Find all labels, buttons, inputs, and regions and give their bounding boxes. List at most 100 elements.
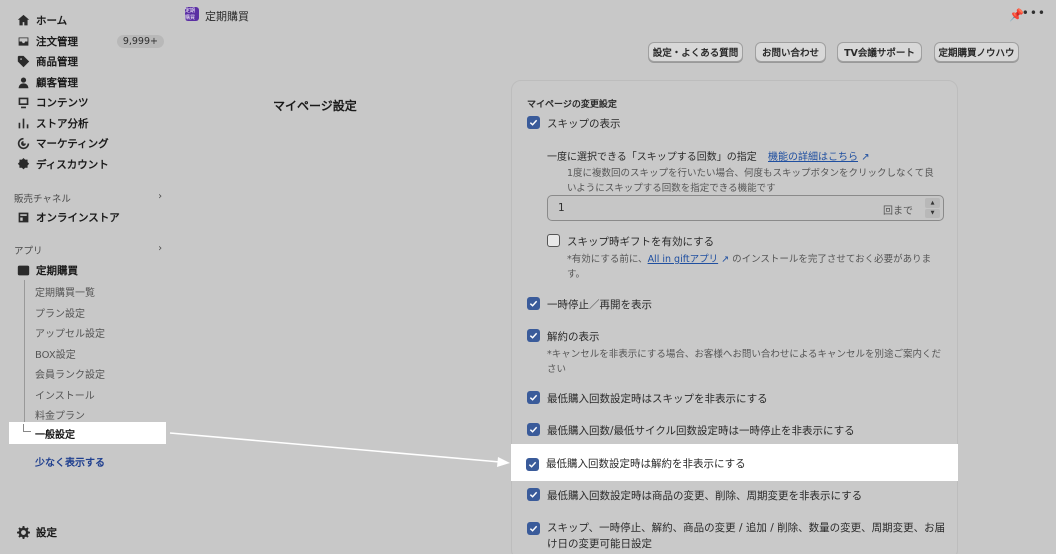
settings-faq-button[interactable]: 設定・よくある質問	[648, 42, 743, 62]
nav-home-label: ホーム	[36, 14, 68, 27]
top-bar: 定期購買 定期購買 📌 •••	[176, 0, 1056, 30]
app-name-label: 定期購買	[36, 264, 78, 277]
nav-discounts-label: ディスカウント	[36, 158, 109, 171]
nav-products[interactable]: 商品管理	[8, 51, 168, 71]
skip-count-heading: 一度に選択できる「スキップする回数」の指定 機能の詳細はこちら ↗	[547, 150, 870, 166]
nav-orders[interactable]: 注文管理 9,999+	[8, 31, 168, 51]
skip-count-stepper[interactable]: 1 回まで ▲ ▼	[547, 195, 944, 221]
skip-count-value: 1	[558, 202, 565, 214]
sub-item-pricing[interactable]: 料金プラン	[35, 407, 85, 422]
store-icon	[16, 210, 30, 224]
mypage-settings-card: マイページの変更設定 スキップの表示 一度に選択できる「スキップする回数」の指定…	[511, 80, 958, 554]
sub-item-subscription-list[interactable]: 定期購買一覧	[35, 284, 95, 299]
skip-count-help: 1度に複数回のスキップを行いたい場合、何度もスキップボタンをクリックしなくて良い…	[567, 168, 934, 194]
min-cancel-row[interactable]: 最低購入回数設定時は解約を非表示にする	[526, 456, 746, 472]
decrement-arrow-icon[interactable]: ▼	[925, 208, 940, 218]
cancel-row[interactable]: 解約の表示	[527, 329, 600, 345]
tv-meeting-support-button[interactable]: TV会議サポート	[837, 42, 922, 62]
min-pause-label: 最低購入回数/最低サイクル回数設定時は一時停止を非表示にする	[547, 425, 855, 437]
show-less-link[interactable]: 少なく表示する	[35, 454, 105, 469]
nav-app-subscription[interactable]: 定期購買	[8, 260, 168, 280]
section-title: マイページ設定	[273, 99, 357, 113]
settings-label: 設定	[36, 526, 57, 539]
sub-item-general-settings[interactable]: 一般設定	[9, 422, 166, 444]
nav-discounts[interactable]: ディスカウント	[8, 154, 168, 174]
increment-arrow-icon[interactable]: ▲	[925, 198, 940, 208]
checkbox-checked[interactable]	[527, 116, 540, 129]
change-date-row[interactable]: スキップ、一時停止、解約、商品の変更 / 追加 / 削除、数量の変更、周期変更、…	[527, 520, 947, 552]
general-settings-label: 一般設定	[35, 430, 75, 441]
nav-settings[interactable]: 設定	[8, 522, 168, 542]
all-in-gift-link[interactable]: All in giftアプリ	[648, 254, 719, 265]
external-link-icon: ↗	[718, 254, 733, 265]
sub-item-box-settings[interactable]: BOX設定	[35, 346, 76, 361]
nav-content-label: コンテンツ	[36, 96, 89, 109]
person-icon	[16, 75, 30, 89]
gear-icon	[16, 525, 30, 539]
sub-item-member-rank[interactable]: 会員ランク設定	[35, 366, 105, 381]
tree-elbow	[23, 424, 31, 432]
chevron-right-icon: ›	[158, 191, 162, 202]
tag-icon	[16, 54, 30, 68]
sub-item-upsell-settings[interactable]: アップセル設定	[35, 325, 105, 340]
subscription-knowhow-button[interactable]: 定期購買ノウハウ	[934, 42, 1019, 62]
sub-item-plan-settings[interactable]: プラン設定	[35, 305, 85, 320]
app-logo: 定期購買	[185, 7, 199, 21]
sales-channel-label: 販売チャネル	[14, 194, 71, 205]
more-options-icon[interactable]: •••	[1022, 6, 1046, 20]
skip-count-block: 一度に選択できる「スキップする回数」の指定 機能の詳細はこちら ↗ 1度に複数回…	[547, 150, 942, 196]
nav-content[interactable]: コンテンツ	[8, 92, 168, 112]
target-icon	[16, 136, 30, 150]
nav-marketing[interactable]: マーケティング	[8, 133, 168, 153]
app-title: 定期購買	[205, 10, 249, 23]
app-icon	[16, 263, 30, 277]
discount-icon	[16, 157, 30, 171]
gift-help-prefix: *有効にする前に、	[567, 254, 648, 265]
min-cancel-label: 最低購入回数設定時は解約を非表示にする	[546, 458, 746, 470]
gift-row[interactable]: スキップ時ギフトを有効にする	[547, 234, 714, 250]
skip-display-row[interactable]: スキップの表示	[527, 116, 621, 132]
nav-customers[interactable]: 顧客管理	[8, 72, 168, 92]
nav-online-store[interactable]: オンラインストア	[8, 207, 168, 227]
sub-item-install[interactable]: インストール	[35, 387, 95, 402]
cancel-label: 解約の表示	[547, 331, 600, 343]
chevron-right-icon: ›	[158, 243, 162, 254]
external-link-icon: ↗	[861, 152, 870, 163]
checkbox-checked[interactable]	[527, 391, 540, 404]
pause-label: 一時停止／再開を表示	[547, 299, 652, 311]
nav-marketing-label: マーケティング	[36, 137, 109, 150]
feature-details-link[interactable]: 機能の詳細はこちら	[768, 152, 858, 163]
highlighted-min-cancel-row[interactable]: 最低購入回数設定時は解約を非表示にする	[511, 444, 958, 481]
nav-customers-label: 顧客管理	[36, 76, 78, 89]
apps-label: アプリ	[14, 246, 43, 257]
nav-analytics[interactable]: ストア分析	[8, 113, 168, 133]
min-product-row[interactable]: 最低購入回数設定時は商品の変更、削除、周期変更を非表示にする	[527, 488, 862, 504]
checkbox-checked[interactable]	[527, 522, 540, 535]
checkbox-checked[interactable]	[527, 329, 540, 342]
nav-home[interactable]: ホーム	[8, 10, 168, 30]
min-pause-row[interactable]: 最低購入回数/最低サイクル回数設定時は一時停止を非表示にする	[527, 423, 855, 439]
chart-icon	[16, 116, 30, 130]
checkbox-checked[interactable]	[527, 488, 540, 501]
pause-row[interactable]: 一時停止／再開を表示	[527, 297, 652, 313]
sales-channel-heading[interactable]: 販売チャネル ›	[14, 191, 162, 205]
contact-button[interactable]: お問い合わせ	[755, 42, 826, 62]
orders-count-badge: 9,999+	[116, 34, 164, 48]
tree-line	[24, 280, 25, 430]
nav-orders-label: 注文管理	[36, 35, 78, 48]
inbox-icon	[16, 34, 30, 48]
min-skip-row[interactable]: 最低購入回数設定時はスキップを非表示にする	[527, 391, 768, 407]
nav-products-label: 商品管理	[36, 55, 78, 68]
checkbox-unchecked[interactable]	[547, 234, 560, 247]
min-skip-label: 最低購入回数設定時はスキップを非表示にする	[547, 393, 768, 405]
min-product-label: 最低購入回数設定時は商品の変更、削除、周期変更を非表示にする	[547, 490, 863, 502]
checkbox-checked[interactable]	[527, 297, 540, 310]
change-date-label: スキップ、一時停止、解約、商品の変更 / 追加 / 削除、数量の変更、周期変更、…	[547, 522, 946, 550]
apps-heading[interactable]: アプリ ›	[14, 243, 162, 257]
checkbox-checked[interactable]	[527, 423, 540, 436]
checkbox-checked[interactable]	[526, 457, 539, 471]
content-icon	[16, 95, 30, 109]
home-icon	[16, 13, 30, 27]
gift-label: スキップ時ギフトを有効にする	[567, 236, 715, 248]
sidebar: ホーム 注文管理 9,999+ 商品管理 顧客管理 コンテンツ ストア分析 マー…	[0, 0, 176, 554]
